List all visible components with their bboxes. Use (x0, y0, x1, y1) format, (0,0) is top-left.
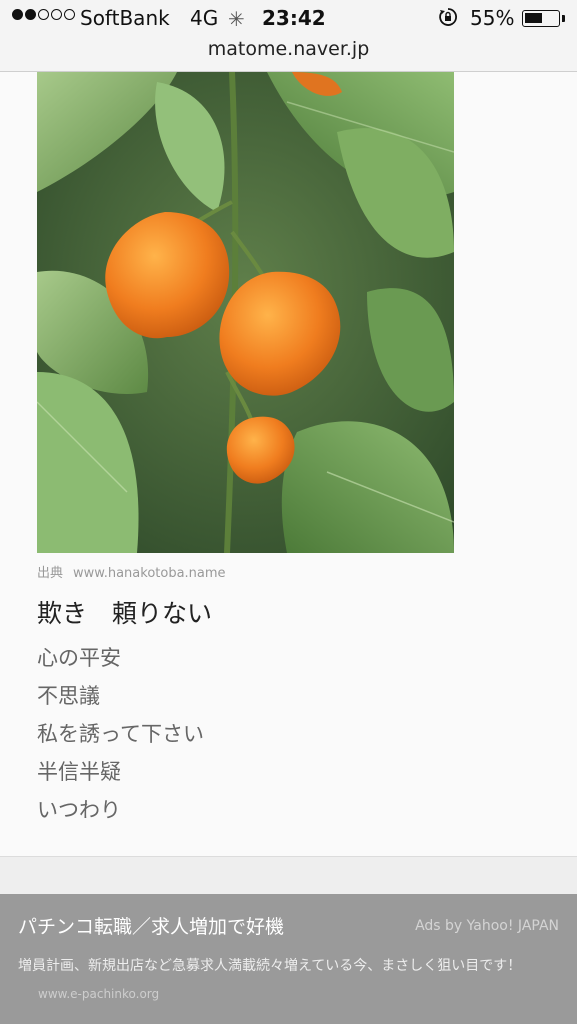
section-gap (0, 857, 577, 894)
activity-spinner-icon: ✳ (228, 7, 245, 31)
signal-dot (12, 9, 23, 20)
browser-top-bar: SoftBank 4G ✳ 23:42 55% matome.naver.jp (0, 0, 577, 72)
ad-url[interactable]: www.e-pachinko.org (38, 987, 159, 1001)
list-item: 不思議 (37, 684, 100, 708)
battery-tip (562, 15, 565, 22)
signal-strength-icon (12, 9, 75, 20)
list-item: 心の平安 (37, 646, 121, 670)
signal-dot (51, 9, 62, 20)
article-photo[interactable] (37, 72, 454, 553)
status-clock: 23:42 (262, 6, 326, 30)
ad-credit[interactable]: Ads by Yahoo! JAPAN (415, 918, 559, 934)
sponsored-ad[interactable]: パチンコ転職／求人増加で好機 Ads by Yahoo! JAPAN 増員計画、… (0, 894, 577, 1024)
signal-dot (64, 9, 75, 20)
rotation-lock-icon (439, 8, 457, 26)
image-source-caption: 出典 www.hanakotoba.name (37, 562, 226, 581)
battery-percent: 55% (470, 6, 515, 30)
carrier-name: SoftBank (80, 6, 170, 30)
source-label: 出典 (37, 566, 64, 581)
list-item: 半信半疑 (37, 760, 121, 784)
ad-title[interactable]: パチンコ転職／求人増加で好機 (18, 912, 284, 939)
source-link[interactable]: www.hanakotoba.name (73, 566, 226, 581)
url-host: matome.naver.jp (207, 38, 370, 60)
meaning-list: 心の平安 不思議 私を誘って下さい 半信半疑 いつわり (37, 642, 204, 832)
signal-dot (38, 9, 49, 20)
battery-level (525, 13, 542, 23)
ad-body: 増員計画、新規出店など急募求人満載続々増えている今、まさしく狙い目です！ www.… (18, 952, 548, 1008)
battery-icon (522, 10, 560, 27)
url-bar[interactable]: matome.naver.jp (0, 38, 577, 60)
network-type: 4G (190, 6, 219, 30)
ad-description: 増員計画、新規出店など急募求人満載続々増えている今、まさしく狙い目です！ (18, 958, 522, 974)
flower-language-heading: 欺き 頼りない (37, 599, 213, 628)
signal-dot (25, 9, 36, 20)
status-bar: SoftBank 4G ✳ 23:42 55% (0, 0, 577, 38)
list-item: いつわり (37, 798, 121, 822)
list-item: 私を誘って下さい (37, 722, 204, 746)
